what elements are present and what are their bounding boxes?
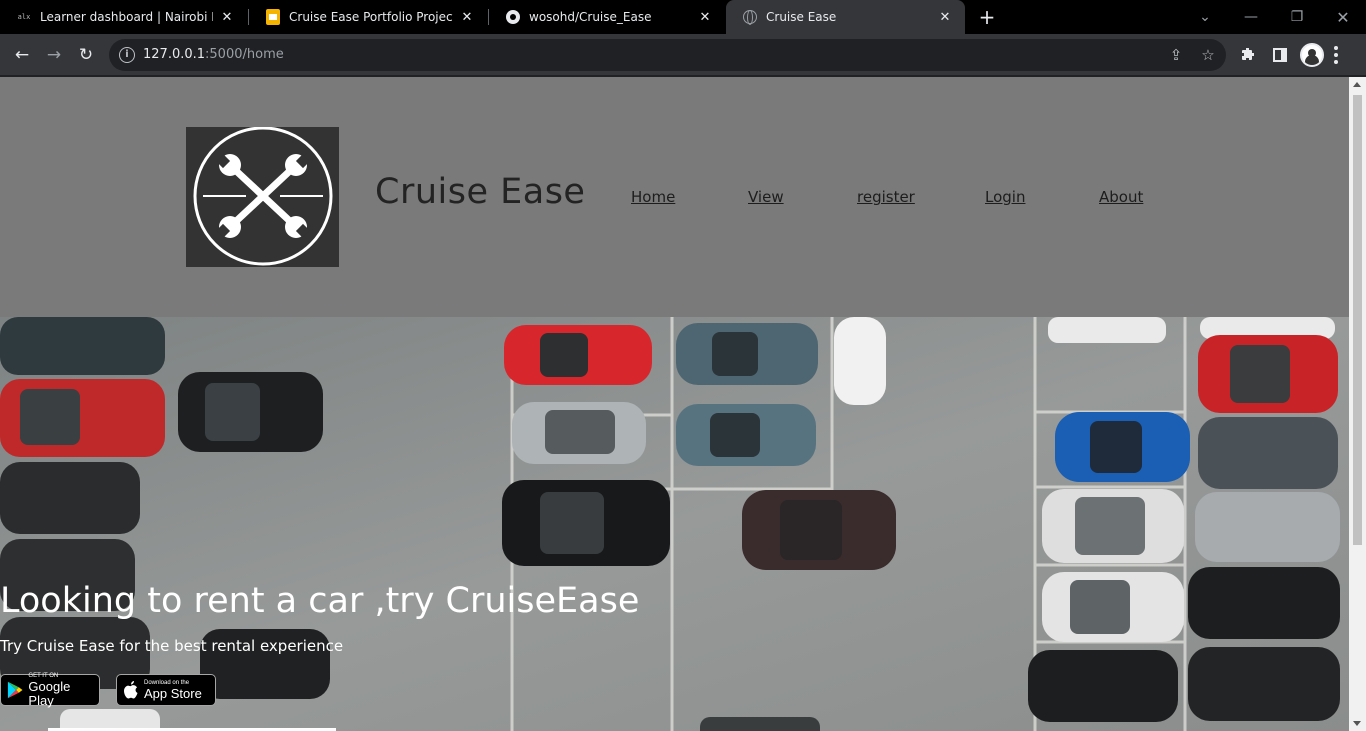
url-text[interactable]: 127.0.0.1:5000/home	[143, 47, 284, 62]
app-store-big-text: App Store	[144, 685, 202, 701]
apple-icon	[124, 681, 138, 699]
brand-title: Cruise Ease	[375, 172, 586, 212]
menu-icon[interactable]	[1334, 46, 1338, 64]
info-icon[interactable]: i	[119, 47, 135, 63]
close-icon[interactable]: ✕	[937, 9, 953, 25]
vertical-scrollbar[interactable]	[1349, 77, 1366, 731]
nav-login-link[interactable]: Login	[985, 188, 1025, 206]
minimize-button[interactable]: —	[1228, 0, 1274, 34]
hero-subtitle: Try Cruise Ease for the best rental expe…	[0, 637, 344, 655]
tab-title: Cruise Ease Portfolio Project Pre	[289, 10, 453, 24]
nav-view-link[interactable]: View	[748, 188, 784, 206]
site-header: Cruise Ease Home View register Login Abo…	[0, 77, 1349, 317]
tab-search-icon[interactable]: ⌄	[1182, 0, 1228, 34]
restore-button[interactable]: ❐	[1274, 0, 1320, 34]
hero-section: Looking to rent a car ,try CruiseEase Tr…	[0, 317, 1349, 731]
tab-title: Cruise Ease	[766, 10, 837, 24]
back-arrow-icon[interactable]: ←	[8, 41, 36, 69]
close-icon[interactable]: ✕	[459, 9, 475, 25]
globe-icon	[742, 9, 758, 25]
nav-register-link[interactable]: register	[857, 188, 915, 206]
star-icon[interactable]: ☆	[1198, 45, 1218, 65]
tab-title: Learner dashboard | Nairobi Intr	[40, 10, 213, 24]
forward-arrow-icon[interactable]: →	[40, 41, 68, 69]
alx-icon: alx	[17, 13, 31, 21]
new-tab-button[interactable]: +	[976, 6, 998, 28]
scroll-down-icon[interactable]	[1353, 721, 1361, 726]
tab-learner-dashboard[interactable]: alx Learner dashboard | Nairobi Intr ✕	[0, 0, 247, 34]
window-close-button[interactable]: ✕	[1320, 0, 1366, 34]
close-icon[interactable]: ✕	[219, 9, 235, 25]
tab-cruise-ease[interactable]: Cruise Ease ✕	[726, 0, 965, 34]
scroll-up-icon[interactable]	[1353, 82, 1361, 87]
wrench-logo-icon	[193, 127, 333, 266]
tab-portfolio-project[interactable]: Cruise Ease Portfolio Project Pre ✕	[249, 0, 487, 34]
slides-icon	[265, 9, 281, 25]
site-logo[interactable]	[186, 127, 339, 267]
parking-lot-image	[0, 317, 1349, 731]
app-store-badge[interactable]: Download on the App Store	[116, 674, 216, 706]
nav-home-link[interactable]: Home	[631, 188, 675, 206]
browser-tab-strip: alx Learner dashboard | Nairobi Intr ✕ C…	[0, 0, 1366, 34]
browser-toolbar: ← → ↻ i 127.0.0.1:5000/home ⇪ ☆	[0, 34, 1366, 76]
hero-title: Looking to rent a car ,try CruiseEase	[0, 581, 640, 621]
extensions-icon[interactable]	[1234, 41, 1262, 69]
google-play-icon	[7, 681, 23, 699]
page-viewport: Cruise Ease Home View register Login Abo…	[0, 77, 1366, 731]
github-icon	[505, 9, 521, 25]
google-play-badge[interactable]: GET IT ON Google Play	[0, 673, 100, 708]
google-play-big-text: Google Play	[28, 678, 71, 708]
share-icon[interactable]: ⇪	[1166, 45, 1186, 65]
reload-icon[interactable]: ↻	[72, 41, 100, 69]
nav-about-link[interactable]: About	[1099, 188, 1143, 206]
side-panel-icon[interactable]	[1266, 41, 1294, 69]
tab-title: wosohd/Cruise_Ease	[529, 10, 652, 24]
address-bar[interactable]: i 127.0.0.1:5000/home ⇪ ☆	[109, 39, 1226, 71]
profile-avatar[interactable]	[1300, 43, 1324, 67]
tab-github-repo[interactable]: wosohd/Cruise_Ease ✕	[489, 0, 725, 34]
close-icon[interactable]: ✕	[697, 9, 713, 25]
scrollbar-thumb[interactable]	[1353, 95, 1362, 545]
